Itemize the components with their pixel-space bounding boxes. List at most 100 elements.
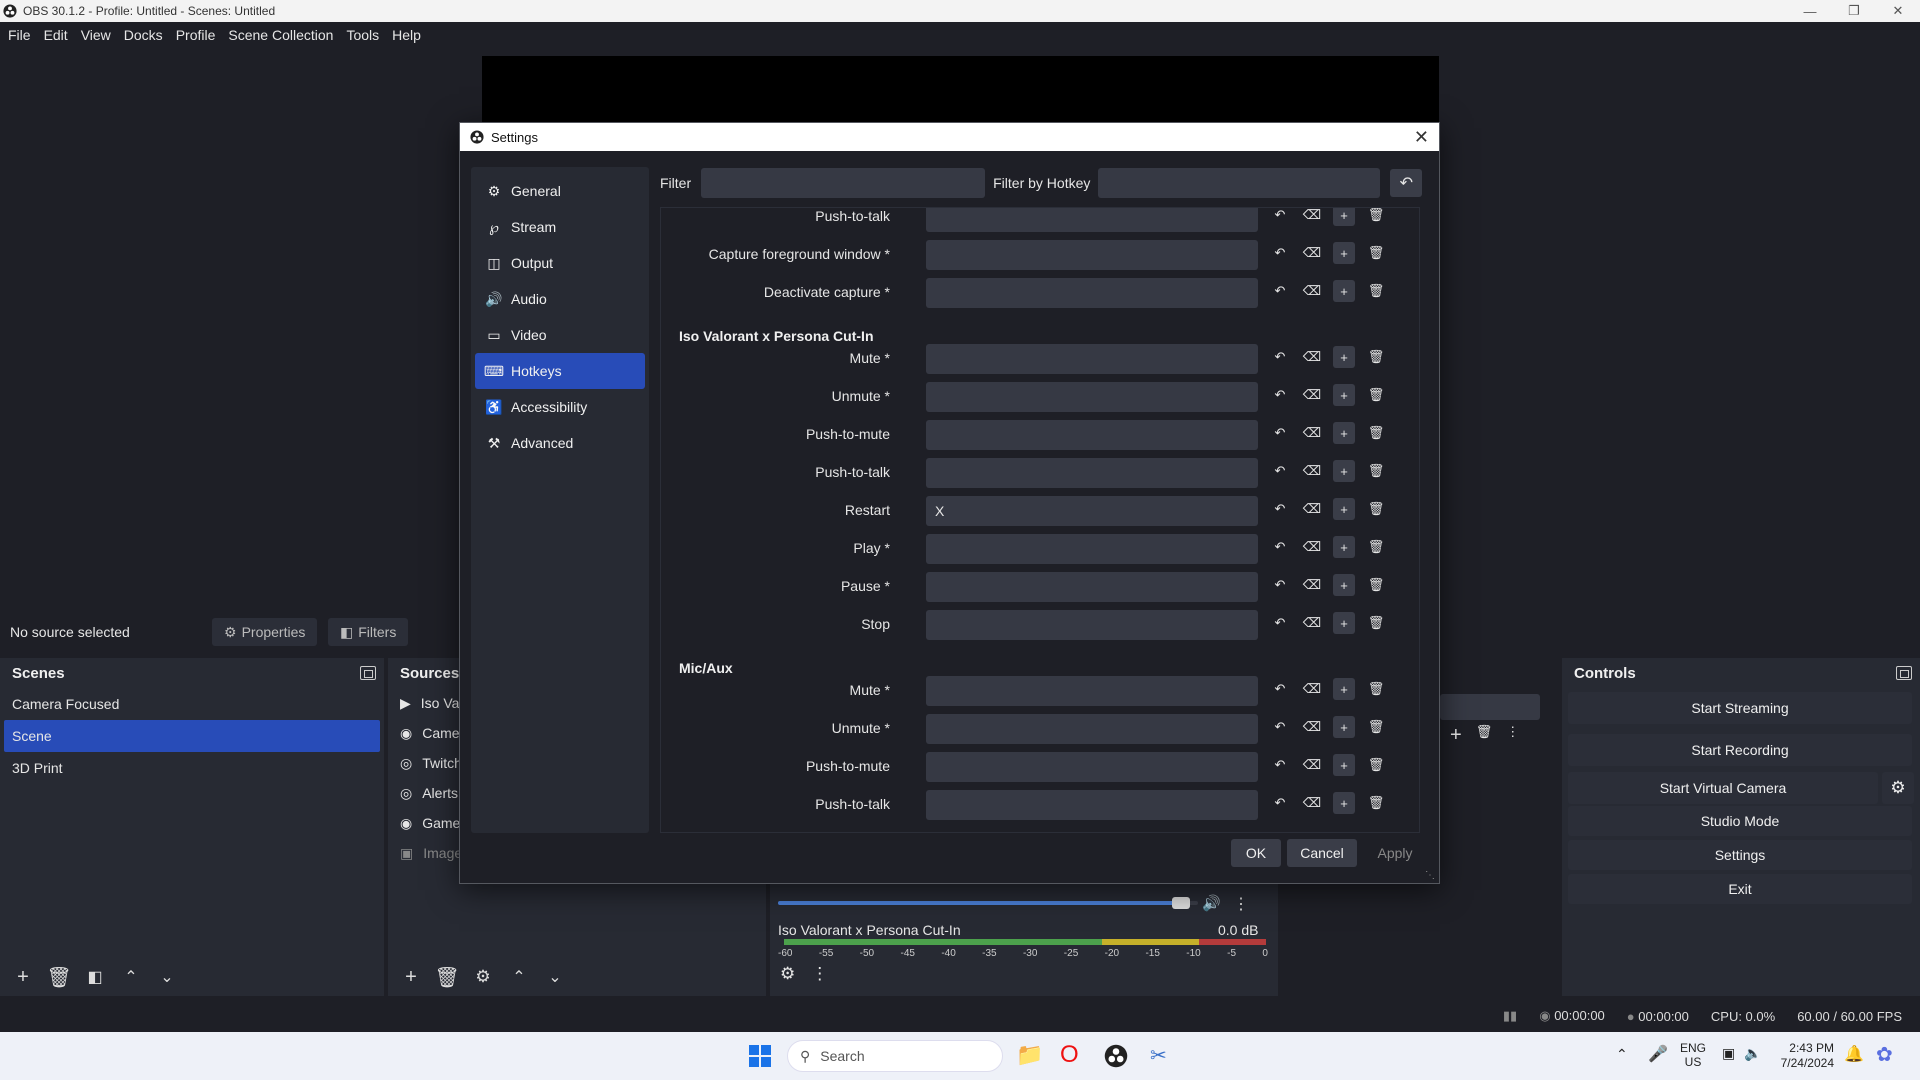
clear-icon[interactable]: ⌫: [1301, 574, 1323, 596]
add-icon[interactable]: +: [1333, 384, 1355, 406]
revert-icon[interactable]: ↶: [1269, 208, 1291, 226]
close-icon[interactable]: ✕: [1414, 127, 1429, 148]
nav-stream[interactable]: ℘ Stream: [475, 209, 645, 245]
more-icon[interactable]: ⋮: [811, 964, 828, 984]
notification-bell-icon[interactable]: 🔔: [1844, 1044, 1864, 1064]
obs-taskbar-icon[interactable]: [1104, 1044, 1128, 1068]
add-icon[interactable]: +: [1333, 536, 1355, 558]
revert-icon[interactable]: ↶: [1269, 384, 1291, 406]
add-icon[interactable]: +: [1333, 460, 1355, 482]
add-icon[interactable]: +: [1333, 422, 1355, 444]
trash-icon[interactable]: 🗑: [1365, 716, 1387, 738]
virtual-camera-settings-button[interactable]: ⚙: [1882, 772, 1914, 804]
trash-icon[interactable]: 🗑: [434, 966, 459, 989]
nav-hotkeys[interactable]: ⌨ Hotkeys: [475, 353, 645, 389]
gear-icon[interactable]: ⚙: [780, 964, 795, 984]
menu-scene-collection[interactable]: Scene Collection: [228, 27, 333, 43]
reset-filter-button[interactable]: ↶: [1390, 169, 1423, 197]
hotkey-input[interactable]: [926, 458, 1258, 488]
start-virtual-camera-button[interactable]: Start Virtual Camera: [1568, 772, 1878, 804]
chevron-down-icon[interactable]: ⌄: [156, 966, 178, 988]
clear-icon[interactable]: ⌫: [1301, 346, 1323, 368]
clear-icon[interactable]: ⌫: [1301, 242, 1323, 264]
revert-icon[interactable]: ↶: [1269, 498, 1291, 520]
nav-advanced[interactable]: ⚒ Advanced: [475, 425, 645, 461]
snipping-tool-icon[interactable]: ✂: [1150, 1043, 1167, 1068]
trash-icon[interactable]: 🗑: [1365, 208, 1387, 226]
add-icon[interactable]: +: [1333, 612, 1355, 634]
add-icon[interactable]: +: [12, 966, 34, 988]
clear-icon[interactable]: ⌫: [1301, 612, 1323, 634]
trash-icon[interactable]: 🗑: [1365, 678, 1387, 700]
trash-icon[interactable]: 🗑: [1365, 536, 1387, 558]
copilot-icon[interactable]: ✿: [1876, 1042, 1893, 1067]
hotkey-input[interactable]: [926, 534, 1258, 564]
add-icon[interactable]: +: [400, 966, 422, 988]
hotkey-input[interactable]: [926, 382, 1258, 412]
revert-icon[interactable]: ↶: [1269, 678, 1291, 700]
revert-icon[interactable]: ↶: [1269, 242, 1291, 264]
trash-icon[interactable]: 🗑: [1365, 498, 1387, 520]
revert-icon[interactable]: ↶: [1269, 346, 1291, 368]
menu-edit[interactable]: Edit: [44, 27, 68, 43]
revert-icon[interactable]: ↶: [1269, 716, 1291, 738]
add-icon[interactable]: +: [1333, 792, 1355, 814]
hotkey-input[interactable]: [926, 790, 1258, 820]
nav-accessibility[interactable]: ♿ Accessibility: [475, 389, 645, 425]
hotkey-input[interactable]: [926, 572, 1258, 602]
start-recording-button[interactable]: Start Recording: [1568, 734, 1912, 766]
hotkey-input[interactable]: [926, 240, 1258, 270]
taskbar-search[interactable]: ⚲ Search: [787, 1040, 1003, 1072]
properties-button[interactable]: ⚙ Properties: [212, 618, 318, 646]
nav-video[interactable]: ▭ Video: [475, 317, 645, 353]
add-icon[interactable]: +: [1333, 280, 1355, 302]
minimize-button[interactable]: —: [1788, 0, 1832, 22]
volume-knob[interactable]: [1171, 897, 1190, 909]
add-icon[interactable]: +: [1333, 716, 1355, 738]
folder-icon[interactable]: 📁: [1016, 1042, 1043, 1068]
filters-icon[interactable]: ◧: [84, 966, 106, 988]
apply-button[interactable]: Apply: [1363, 839, 1427, 867]
menu-view[interactable]: View: [81, 27, 111, 43]
clear-icon[interactable]: ⌫: [1301, 280, 1323, 302]
add-icon[interactable]: +: [1333, 208, 1355, 226]
menu-docks[interactable]: Docks: [124, 27, 163, 43]
chevron-up-icon[interactable]: ⌃: [120, 966, 142, 988]
revert-icon[interactable]: ↶: [1269, 460, 1291, 482]
start-streaming-button[interactable]: Start Streaming: [1568, 692, 1912, 724]
chevron-up-icon[interactable]: ⌃: [1616, 1046, 1628, 1063]
trash-icon[interactable]: 🗑: [1365, 242, 1387, 264]
chevron-down-icon[interactable]: ⌄: [544, 966, 566, 988]
scene-item[interactable]: 3D Print: [0, 752, 384, 784]
nav-audio[interactable]: 🔊 Audio: [475, 281, 645, 317]
trash-icon[interactable]: 🗑: [1365, 280, 1387, 302]
menu-help[interactable]: Help: [392, 27, 421, 43]
clear-icon[interactable]: ⌫: [1301, 754, 1323, 776]
trash-icon[interactable]: 🗑: [1365, 422, 1387, 444]
clear-icon[interactable]: ⌫: [1301, 384, 1323, 406]
more-icon[interactable]: ⋮: [1506, 724, 1519, 747]
hotkey-input[interactable]: [926, 610, 1258, 640]
add-icon[interactable]: +: [1333, 574, 1355, 596]
window-close-button[interactable]: ✕: [1876, 0, 1920, 22]
clear-icon[interactable]: ⌫: [1301, 498, 1323, 520]
cancel-button[interactable]: Cancel: [1287, 839, 1357, 867]
trash-icon[interactable]: 🗑: [46, 966, 71, 989]
menu-file[interactable]: File: [8, 27, 31, 43]
hotkey-input[interactable]: [926, 714, 1258, 744]
add-icon[interactable]: +: [1450, 724, 1462, 747]
nav-output[interactable]: ◫ Output: [475, 245, 645, 281]
microphone-icon[interactable]: 🎤: [1648, 1044, 1668, 1064]
exit-button[interactable]: Exit: [1568, 874, 1912, 904]
trash-icon[interactable]: 🗑: [1365, 460, 1387, 482]
language-indicator[interactable]: ENG US: [1680, 1041, 1706, 1069]
trash-icon[interactable]: 🗑: [1365, 792, 1387, 814]
resize-grip-icon[interactable]: ⋱: [1425, 870, 1435, 881]
opera-icon[interactable]: O: [1060, 1041, 1079, 1069]
hotkey-input[interactable]: [926, 676, 1258, 706]
revert-icon[interactable]: ↶: [1269, 792, 1291, 814]
add-icon[interactable]: +: [1333, 754, 1355, 776]
speaker-icon[interactable]: 🔊: [1202, 894, 1221, 912]
add-icon[interactable]: +: [1333, 678, 1355, 700]
clear-icon[interactable]: ⌫: [1301, 422, 1323, 444]
